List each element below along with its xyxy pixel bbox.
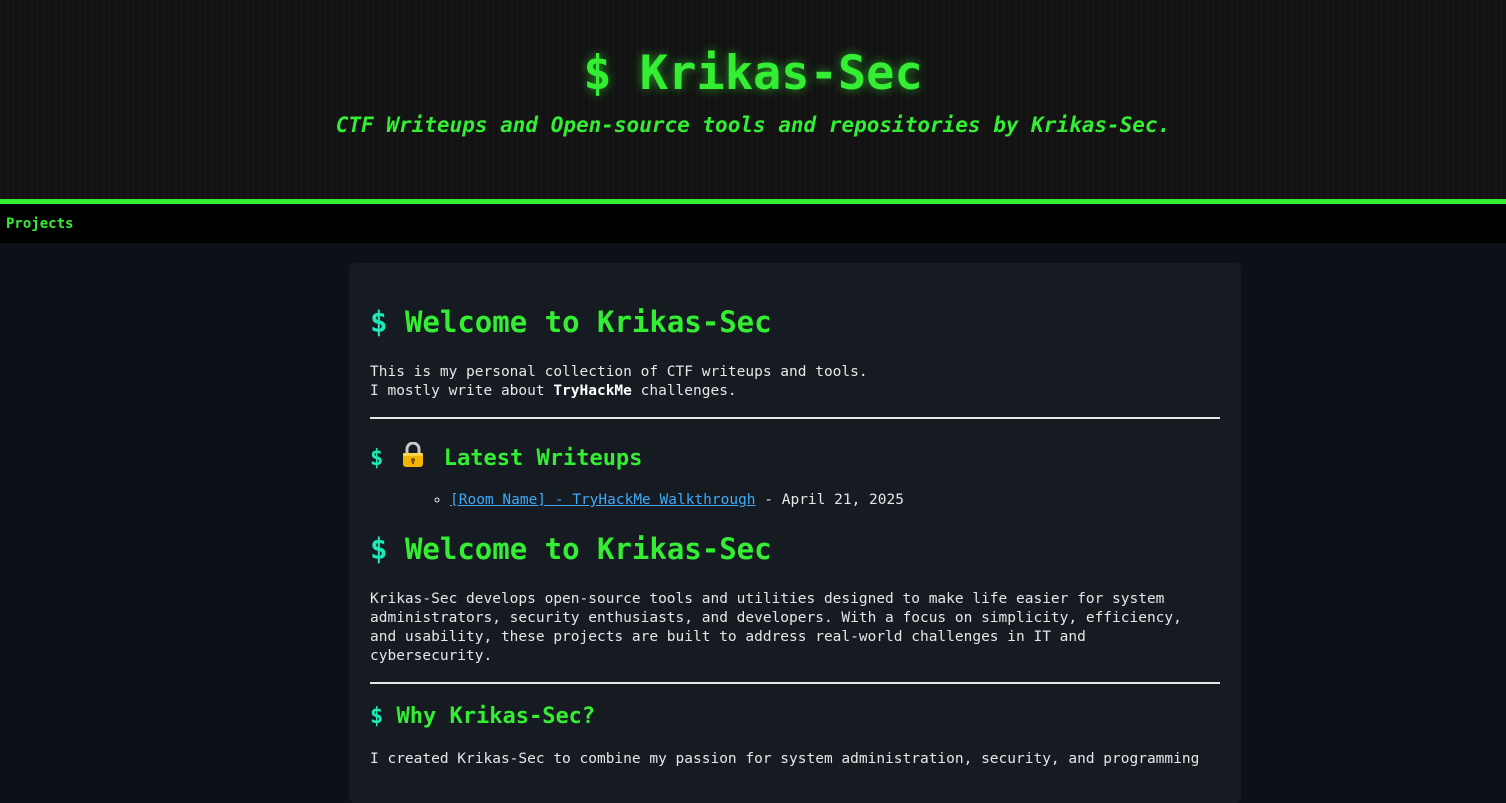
nav-link-projects[interactable]: Projects [6, 216, 73, 232]
divider [370, 682, 1220, 684]
welcome-heading-2-text: Welcome to Krikas-Sec [404, 532, 772, 566]
writeup-list: [Room Name] - TryHackMe Walkthrough - Ap… [370, 491, 1220, 510]
nav-bar: Projects [0, 204, 1506, 243]
intro-line-2-prefix: I mostly write about [370, 383, 554, 399]
writeup-link[interactable]: [Room Name] - TryHackMe Walkthrough [450, 492, 756, 508]
welcome-heading: $ Welcome to Krikas-Sec [370, 304, 1220, 340]
intro-line-1: This is my personal collection of CTF wr… [370, 364, 868, 380]
about-line: Krikas-Sec develops open-source tools an… [370, 591, 1165, 607]
lock-emoji-icon [402, 442, 423, 467]
site-title: $ Krikas-Sec [583, 46, 923, 101]
welcome-heading-2: $ Welcome to Krikas-Sec [370, 531, 1220, 567]
latest-writeups-heading-text: Latest Writeups [443, 446, 643, 471]
intro-line-2-suffix: challenges. [631, 383, 737, 399]
content-card: $ Welcome to Krikas-Sec This is my perso… [349, 263, 1241, 803]
prompt-symbol: $ [370, 532, 388, 566]
site-subtitle: CTF Writeups and Open-source tools and r… [335, 113, 1171, 137]
latest-writeups-heading: $ Latest Writeups [370, 442, 1220, 473]
prompt-symbol: $ [370, 446, 384, 471]
why-heading-text: Why Krikas-Sec? [396, 704, 596, 729]
about-line: administrators, security enthusiasts, an… [370, 610, 1182, 626]
why-paragraph: I created Krikas-Sec to combine my passi… [370, 751, 1200, 767]
about-line: and usability, these projects are built … [370, 629, 1086, 645]
prompt-symbol: $ [370, 305, 388, 339]
list-item: [Room Name] - TryHackMe Walkthrough - Ap… [450, 491, 1220, 510]
about-line: cybersecurity. [370, 648, 493, 664]
about-paragraph: Krikas-Sec develops open-source tools an… [370, 590, 1220, 666]
site-header: $ Krikas-Sec CTF Writeups and Open-sourc… [0, 0, 1506, 204]
writeup-date: - April 21, 2025 [755, 492, 904, 508]
intro-line-2: I mostly write about TryHackMe challenge… [370, 382, 1220, 401]
why-heading: $ Why Krikas-Sec? [370, 703, 1220, 731]
welcome-heading-text: Welcome to Krikas-Sec [404, 305, 772, 339]
tryhackme-bold: TryHackMe [553, 383, 632, 399]
prompt-symbol: $ [370, 704, 384, 729]
divider [370, 417, 1220, 419]
intro-paragraph: This is my personal collection of CTF wr… [370, 363, 1220, 401]
